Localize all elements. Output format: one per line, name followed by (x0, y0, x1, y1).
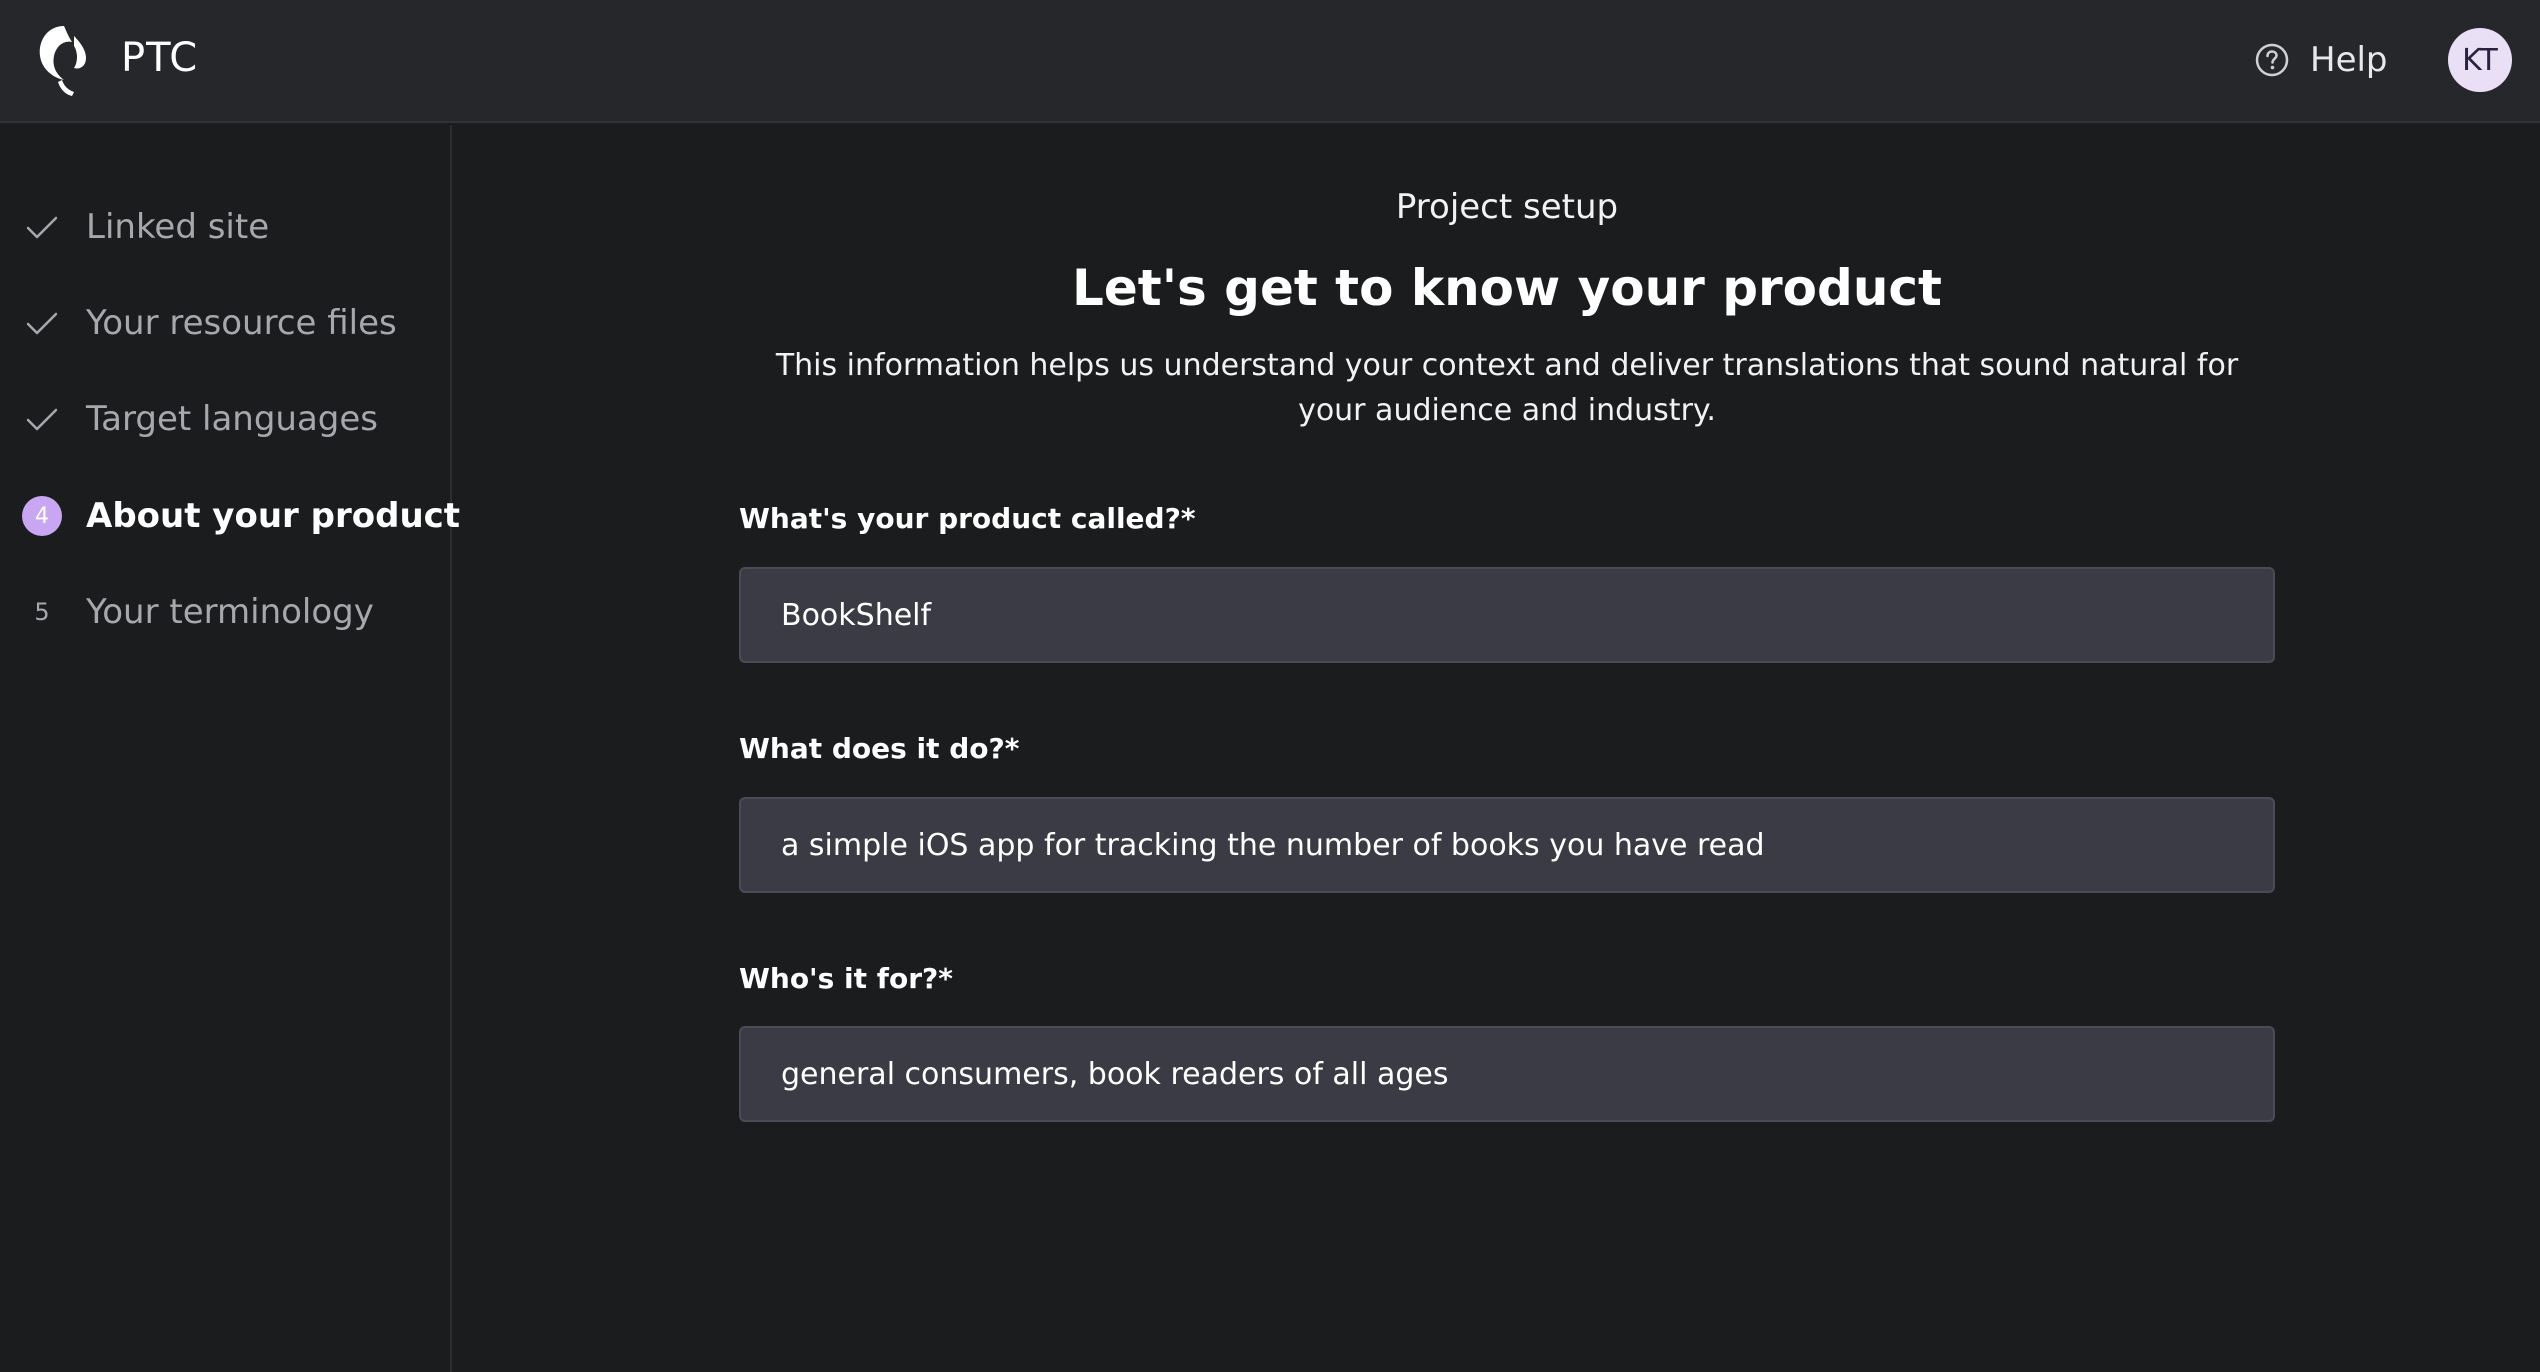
field-product-name: What's your product called?* (739, 501, 2275, 537)
question-circle-icon (2255, 43, 2289, 77)
step-label: Linked site (86, 207, 270, 247)
step-about-product[interactable]: 4 About your product (0, 481, 460, 551)
help-button[interactable]: Help (2254, 36, 2388, 84)
page-eyebrow: Project setup (1395, 187, 1619, 227)
avatar[interactable]: KT (2448, 28, 2512, 92)
step-resource-files[interactable]: Your resource files (0, 288, 450, 358)
ptc-logo-icon[interactable] (34, 22, 94, 96)
step-label: Target languages (86, 399, 379, 439)
check-icon (22, 303, 62, 343)
step-label: Your terminology (86, 592, 374, 632)
step-terminology[interactable]: 5 Your terminology (0, 577, 450, 647)
check-icon (22, 399, 62, 439)
top-bar: PTC Help KT (0, 0, 2540, 123)
page-intro: This information helps us understand you… (775, 348, 2239, 428)
page-title: Let's get to know your product (1072, 259, 1942, 317)
setup-steps-sidebar: Linked site Your resource files Target l… (0, 125, 460, 1372)
step-label: About your product (86, 496, 461, 536)
brand-name: PTC (121, 35, 199, 81)
step-label: Your resource files (86, 303, 397, 343)
step-linked-site[interactable]: Linked site (0, 192, 450, 262)
product-audience-input[interactable] (739, 1026, 2275, 1122)
field-label: What's your product called?* (739, 502, 1196, 535)
main-content: Project setup Let's get to know your pro… (454, 125, 2540, 1372)
field-product-audience: Who's it for?* (739, 961, 2275, 997)
step-number-badge: 4 (22, 496, 62, 536)
field-label: Who's it for?* (739, 962, 953, 995)
step-target-languages[interactable]: Target languages (0, 384, 450, 454)
check-icon (22, 207, 62, 247)
product-description-input[interactable] (739, 797, 2275, 893)
step-number: 5 (34, 598, 50, 626)
product-name-input[interactable] (739, 567, 2275, 663)
help-label: Help (2310, 40, 2388, 80)
field-product-description: What does it do?* (739, 731, 2275, 767)
field-label: What does it do?* (739, 732, 1020, 765)
